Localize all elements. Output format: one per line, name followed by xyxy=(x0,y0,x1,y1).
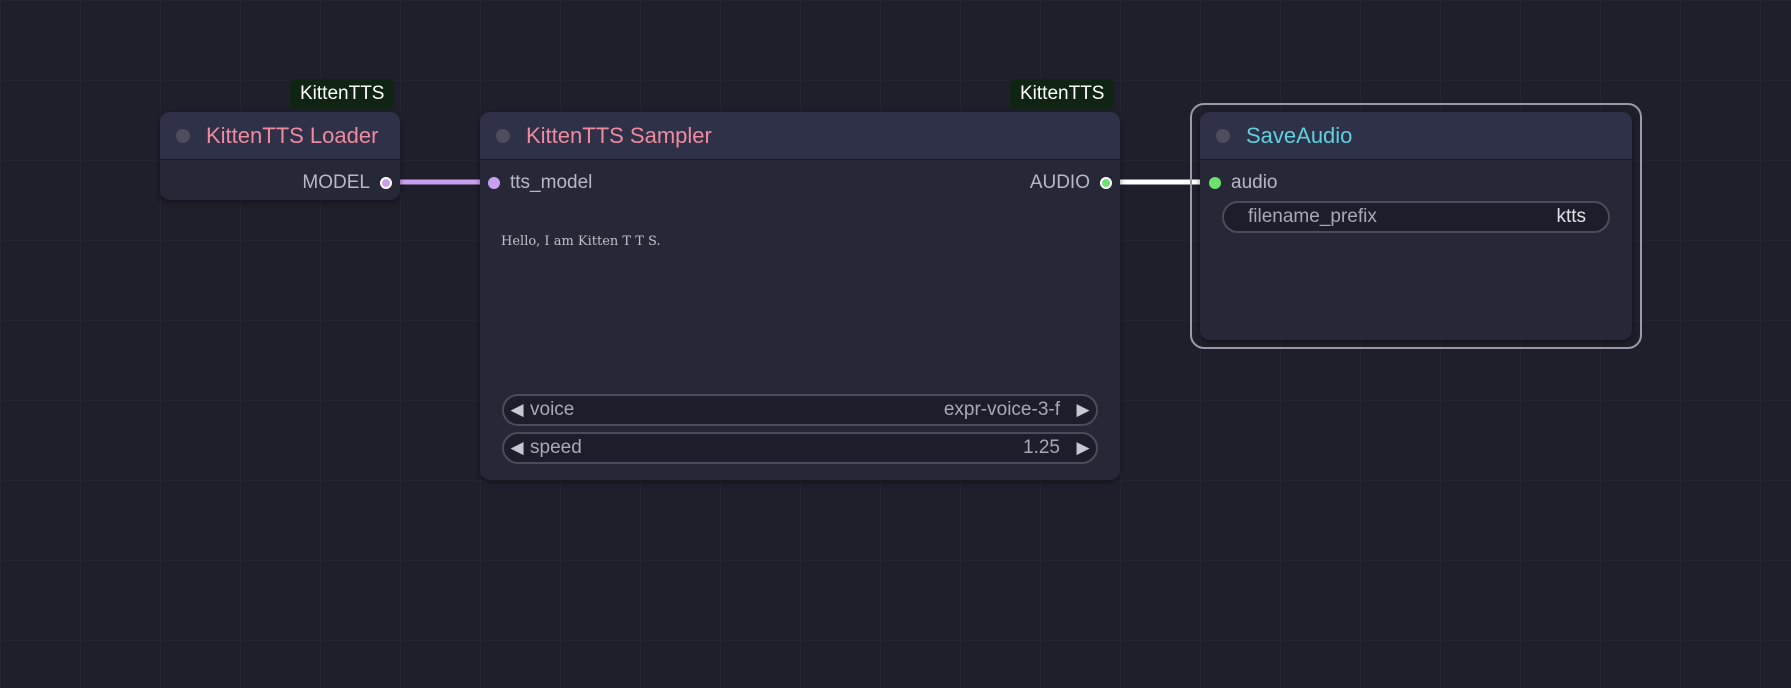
collapse-toggle-icon[interactable] xyxy=(496,128,510,143)
widget-label: speed xyxy=(530,437,582,458)
node-header[interactable]: KittenTTS Loader xyxy=(160,112,400,160)
slot-label: tts_model xyxy=(510,172,593,193)
saveaudio-node[interactable]: SaveAudio audio filename_prefix ktts xyxy=(1200,112,1632,340)
node-header[interactable]: KittenTTS Sampler xyxy=(480,112,1120,160)
audio-input-slot[interactable]: audio xyxy=(1209,170,1278,196)
widget-value: expr-voice-3-f xyxy=(943,399,1060,420)
widget-label: filename_prefix xyxy=(1248,206,1377,227)
model-output-slot[interactable]: MODEL xyxy=(302,170,392,196)
kittentts-sampler-node[interactable]: KittenTTS Sampler tts_model AUDIO Hello,… xyxy=(480,112,1120,480)
loader-category-badge: KittenTTS xyxy=(290,79,395,109)
input-dot-icon[interactable] xyxy=(1209,177,1221,189)
node-header[interactable]: SaveAudio xyxy=(1200,112,1632,160)
filename-prefix-field[interactable]: filename_prefix ktts xyxy=(1222,201,1610,233)
collapse-toggle-icon[interactable] xyxy=(176,128,190,143)
speed-decrement-icon[interactable]: ◀ xyxy=(504,438,530,458)
audio-output-slot[interactable]: AUDIO xyxy=(1030,170,1112,196)
sampler-category-badge: KittenTTS xyxy=(1010,79,1115,109)
widget-label: voice xyxy=(530,399,575,420)
output-dot-icon[interactable] xyxy=(1100,177,1112,189)
voice-combo[interactable]: ◀ voice expr-voice-3-f ▶ xyxy=(502,394,1098,426)
voice-increment-icon[interactable]: ▶ xyxy=(1070,400,1096,420)
node-title: KittenTTS Sampler xyxy=(526,122,712,148)
collapse-toggle-icon[interactable] xyxy=(1216,128,1230,143)
slot-label: AUDIO xyxy=(1029,172,1090,193)
voice-decrement-icon[interactable]: ◀ xyxy=(504,400,530,420)
text-input-area[interactable]: Hello, I am Kitten T T S. xyxy=(501,234,1101,384)
speed-increment-icon[interactable]: ▶ xyxy=(1070,438,1096,458)
node-title: SaveAudio xyxy=(1246,122,1353,148)
output-dot-icon[interactable] xyxy=(380,177,392,189)
graph-canvas[interactable]: KittenTTS KittenTTS KittenTTS Loader MOD… xyxy=(0,0,1791,688)
input-dot-icon[interactable] xyxy=(488,177,500,189)
widget-value: ktts xyxy=(1556,206,1586,227)
node-title: KittenTTS Loader xyxy=(206,122,379,148)
kittentts-loader-node[interactable]: KittenTTS Loader MODEL xyxy=(160,112,400,200)
slot-label: MODEL xyxy=(302,172,370,193)
speed-number-widget[interactable]: ◀ speed 1.25 ▶ xyxy=(502,432,1098,464)
widget-value: 1.25 xyxy=(1023,437,1060,458)
tts-model-input-slot[interactable]: tts_model xyxy=(488,170,592,196)
slot-label: audio xyxy=(1231,172,1278,193)
